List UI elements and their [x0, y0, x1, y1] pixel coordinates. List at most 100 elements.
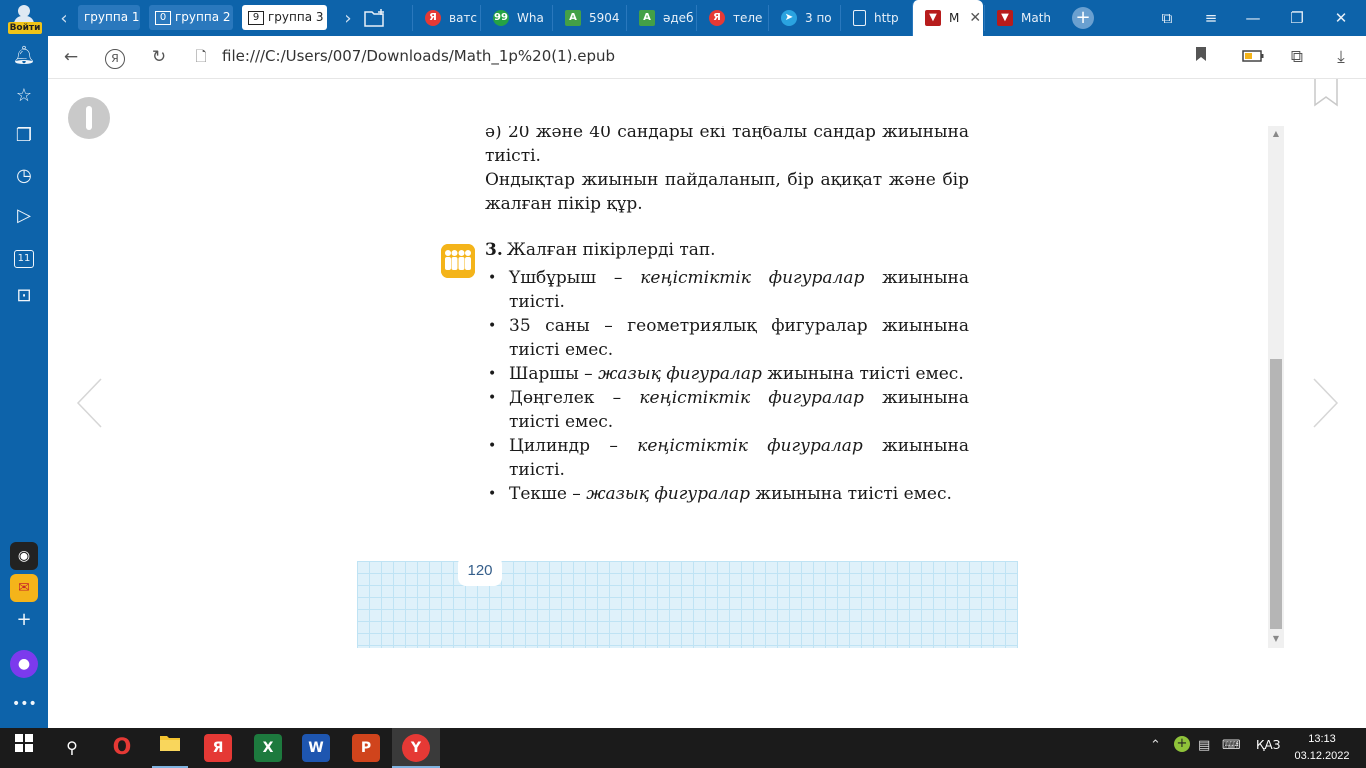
minimize-icon[interactable]: —: [1238, 6, 1268, 30]
tab-item-active[interactable]: ▼ M ✕: [912, 0, 983, 36]
bell-icon[interactable]: 🔔︎: [12, 44, 36, 68]
tabs-overview-icon[interactable]: ⧉: [1152, 6, 1182, 30]
account-button[interactable]: Войти: [4, 2, 44, 34]
excel-icon[interactable]: X: [254, 734, 282, 762]
tab-group-1[interactable]: группа 1: [78, 5, 140, 30]
scroll-down-icon[interactable]: ▼: [1271, 634, 1281, 644]
list-item: Текше – жазық фигуралар жиынына тиісті е…: [485, 482, 969, 506]
book-page: ә) 20 және 40 сандары екі таңбалы сандар…: [357, 126, 1018, 648]
task-title: 3. Жалған пікірлерді тап.: [485, 240, 716, 260]
telegram-icon: ➤: [781, 10, 797, 26]
close-icon[interactable]: ✕: [969, 10, 981, 26]
yandex-icon: Я: [709, 10, 725, 26]
alice-icon[interactable]: ●: [10, 650, 38, 678]
tab-item[interactable]: http: [840, 5, 909, 31]
pdf-shield-icon: ▼: [997, 10, 1013, 26]
page-text: ә) 20 және 40 сандары екі таңбалы сандар…: [485, 126, 969, 506]
tab-bar: Войти ‹ группа 1 0 группа 2 9 группа 3 ›…: [0, 0, 1366, 36]
yandex-icon[interactable]: Я: [204, 734, 232, 762]
tab-item[interactable]: ➤ 3 по: [768, 5, 837, 31]
new-tab-button[interactable]: +: [1072, 7, 1094, 29]
download-icon[interactable]: ⤓: [1328, 45, 1354, 69]
counter-icon[interactable]: 11: [12, 244, 36, 268]
word-icon[interactable]: W: [302, 734, 330, 762]
chevron-up-icon[interactable]: ⌃: [1150, 738, 1161, 753]
viewer-menu-button[interactable]: [68, 97, 110, 139]
list-item: Үшбұрыш – кеңістіктік фигуралар жиынына …: [485, 266, 969, 314]
group-count: 0: [155, 10, 171, 25]
tab-item[interactable]: Я ватс: [412, 5, 481, 31]
windows-taskbar: ⚲ O Я X W P Y ⌃ + ▤ ⌨ ҚАЗ 13:13 03.12.20…: [0, 728, 1366, 768]
bookmark-icon[interactable]: [1188, 45, 1214, 69]
chevron-right-icon[interactable]: ›: [338, 6, 358, 30]
language-indicator[interactable]: ҚАЗ: [1256, 738, 1280, 752]
play-icon[interactable]: ▷: [12, 204, 36, 228]
star-icon[interactable]: ☆: [12, 84, 36, 108]
battery-saver-icon[interactable]: [1240, 45, 1266, 69]
scroll-thumb[interactable]: [1270, 359, 1282, 629]
new-group-icon[interactable]: [364, 8, 386, 28]
chevron-left-icon[interactable]: ‹: [54, 6, 74, 30]
tab-group-3[interactable]: 9 группа 3: [242, 5, 327, 30]
keyboard-icon[interactable]: ⌨: [1222, 738, 1241, 753]
task-instruction: Ондықтар жиынын пайдаланып, бір ақиқат ж…: [485, 170, 969, 214]
close-window-icon[interactable]: ✕: [1326, 6, 1356, 30]
clock-date: 03.12.2022: [1294, 750, 1350, 762]
next-page-icon[interactable]: [1310, 377, 1340, 429]
epub-viewer: ә) 20 және 40 сандары екі таңбалы сандар…: [48, 79, 1366, 728]
plus-circle-icon[interactable]: +: [1174, 736, 1190, 752]
scrollbar[interactable]: ▲ ▼: [1268, 126, 1284, 648]
page-icon: [853, 10, 866, 26]
login-badge[interactable]: Войти: [8, 22, 42, 34]
clock-time: 13:13: [1308, 733, 1336, 745]
history-icon[interactable]: ◷: [12, 164, 36, 188]
file-icon: 🗋︎: [195, 49, 207, 65]
add-icon[interactable]: +: [12, 608, 36, 632]
screenshot-icon[interactable]: ⊡: [12, 284, 36, 308]
alice-station-icon[interactable]: ◉: [10, 542, 38, 570]
statement-list: Үшбұрыш – кеңістіктік фигуралар жиынына …: [485, 266, 969, 506]
clock[interactable]: 13:13 03.12.2022: [1290, 731, 1354, 765]
sidebar: 🔔︎ ☆ ❐ ◷ ▷ 11 ⊡ ◉ ✉ + ● •••: [0, 36, 48, 728]
list-item: 35 саны – геометриялық фигуралар жиынына…: [485, 314, 969, 362]
task-number: 3.: [485, 240, 503, 260]
back-icon[interactable]: ←: [58, 45, 84, 69]
group-work-icon: [441, 244, 475, 278]
reload-icon[interactable]: ↻: [146, 45, 172, 69]
collections-icon[interactable]: ❐: [12, 124, 36, 148]
menu-icon[interactable]: ≡: [1196, 6, 1226, 30]
tutor-a-icon: A: [565, 10, 581, 26]
notes-icon[interactable]: ▤: [1198, 738, 1210, 753]
tab-item[interactable]: 99 Wha: [480, 5, 553, 31]
opera-icon[interactable]: O: [108, 734, 136, 762]
yandex-icon: Я: [425, 10, 441, 26]
tab-item[interactable]: A 5904: [552, 5, 621, 31]
address-bar: ← Я ↻ 🗋︎ file:///C:/Users/007/Downloads/…: [48, 36, 1366, 79]
yandex-browser-icon[interactable]: Y: [402, 734, 430, 762]
pdf-shield-icon: ▼: [925, 10, 941, 26]
powerpoint-icon[interactable]: P: [352, 734, 380, 762]
extensions-icon[interactable]: ⧉: [1284, 45, 1310, 69]
group-count: 9: [248, 10, 264, 25]
tab-item[interactable]: Я теле: [696, 5, 767, 31]
whatsapp-icon: 99: [493, 10, 509, 26]
tab-item[interactable]: A әдеб: [626, 5, 695, 31]
scroll-up-icon[interactable]: ▲: [1271, 129, 1281, 139]
tutor-a-icon: A: [639, 10, 655, 26]
restore-icon[interactable]: ❐: [1282, 6, 1312, 30]
list-item: Цилиндр – кеңістіктік фигуралар жиынына …: [485, 434, 969, 482]
more-icon[interactable]: •••: [12, 692, 37, 716]
tab-group-2[interactable]: 0 группа 2: [149, 5, 233, 30]
page-footer-grid: [357, 561, 1018, 648]
tab-item[interactable]: ▼ Math: [984, 5, 1061, 31]
search-icon[interactable]: ⚲: [58, 734, 86, 762]
file-explorer-icon[interactable]: [156, 734, 184, 762]
page-bookmark-icon[interactable]: [1313, 79, 1339, 107]
url-field[interactable]: file:///C:/Users/007/Downloads/Math_1p%2…: [222, 47, 615, 65]
previous-page-icon[interactable]: [75, 377, 105, 429]
list-item: Дөңгелек – кеңістіктік фигуралар жиынына…: [485, 386, 969, 434]
windows-start-icon[interactable]: [10, 734, 38, 762]
yandex-home-icon[interactable]: Я: [102, 45, 128, 69]
list-item: Шаршы – жазық фигуралар жиынына тиісті е…: [485, 362, 969, 386]
mail-icon[interactable]: ✉: [10, 574, 38, 602]
